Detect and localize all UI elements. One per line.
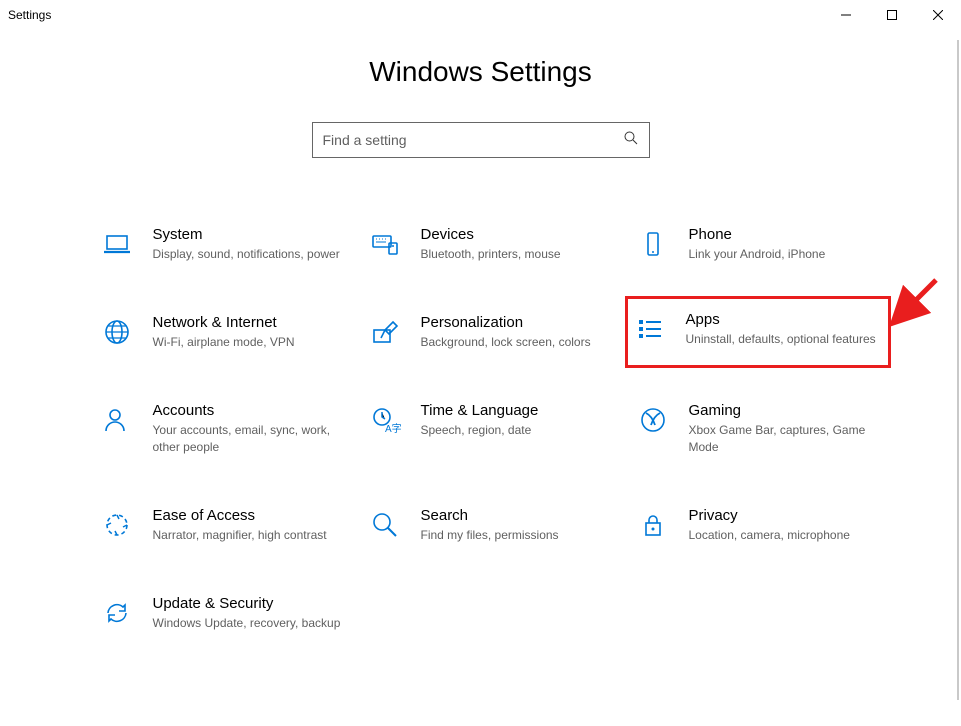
category-title: Gaming bbox=[689, 402, 881, 419]
category-desc: Narrator, magnifier, high contrast bbox=[153, 527, 345, 543]
user-icon bbox=[99, 402, 135, 438]
category-desc: Uninstall, defaults, optional features bbox=[686, 331, 880, 347]
category-desc: Link your Android, iPhone bbox=[689, 246, 881, 262]
search-input[interactable] bbox=[323, 132, 623, 148]
category-title: Apps bbox=[686, 311, 880, 328]
sync-icon bbox=[99, 595, 135, 631]
category-text: Privacy Location, camera, microphone bbox=[689, 507, 881, 543]
category-text: Search Find my files, permissions bbox=[421, 507, 613, 543]
annotation-arrow bbox=[888, 276, 944, 332]
category-desc: Location, camera, microphone bbox=[689, 527, 881, 543]
xbox-icon bbox=[635, 402, 671, 438]
category-network[interactable]: Network & Internet Wi-Fi, airplane mode, … bbox=[95, 306, 349, 358]
category-personalization[interactable]: Personalization Background, lock screen, … bbox=[363, 306, 617, 358]
laptop-icon bbox=[99, 226, 135, 262]
titlebar: Settings bbox=[0, 0, 961, 30]
category-desc: Bluetooth, printers, mouse bbox=[421, 246, 613, 262]
window-controls bbox=[823, 0, 961, 30]
category-desc: Xbox Game Bar, captures, Game Mode bbox=[689, 422, 881, 454]
category-ease[interactable]: Ease of Access Narrator, magnifier, high … bbox=[95, 499, 349, 551]
svg-text:A字: A字 bbox=[385, 422, 401, 435]
category-text: Accounts Your accounts, email, sync, work… bbox=[153, 402, 345, 454]
category-accounts[interactable]: Accounts Your accounts, email, sync, work… bbox=[95, 394, 349, 462]
category-title: Personalization bbox=[421, 314, 613, 331]
category-title: Time & Language bbox=[421, 402, 613, 419]
search-wrap bbox=[0, 122, 961, 158]
category-text: Network & Internet Wi-Fi, airplane mode, … bbox=[153, 314, 345, 350]
category-time[interactable]: A字 Time & Language Speech, region, date bbox=[363, 394, 617, 462]
category-desc: Find my files, permissions bbox=[421, 527, 613, 543]
apps-icon bbox=[632, 311, 668, 347]
search-box[interactable] bbox=[312, 122, 650, 158]
category-desc: Wi-Fi, airplane mode, VPN bbox=[153, 334, 345, 350]
category-desc: Your accounts, email, sync, work, other … bbox=[153, 422, 345, 454]
category-title: Accounts bbox=[153, 402, 345, 419]
category-desc: Background, lock screen, colors bbox=[421, 334, 613, 350]
category-title: Devices bbox=[421, 226, 613, 243]
category-update[interactable]: Update & Security Windows Update, recover… bbox=[95, 587, 349, 639]
category-title: Search bbox=[421, 507, 613, 524]
search-icon bbox=[623, 130, 639, 151]
keyboard-icon bbox=[367, 226, 403, 262]
globe-icon bbox=[99, 314, 135, 350]
category-text: Ease of Access Narrator, magnifier, high … bbox=[153, 507, 345, 543]
category-text: Gaming Xbox Game Bar, captures, Game Mode bbox=[689, 402, 881, 454]
category-text: Phone Link your Android, iPhone bbox=[689, 226, 881, 262]
category-text: Update & Security Windows Update, recover… bbox=[153, 595, 345, 631]
category-text: Apps Uninstall, defaults, optional featur… bbox=[686, 311, 880, 347]
category-text: Personalization Background, lock screen, … bbox=[421, 314, 613, 350]
category-privacy[interactable]: Privacy Location, camera, microphone bbox=[631, 499, 885, 551]
category-search[interactable]: Search Find my files, permissions bbox=[363, 499, 617, 551]
close-button[interactable] bbox=[915, 0, 961, 30]
category-phone[interactable]: Phone Link your Android, iPhone bbox=[631, 218, 885, 270]
brush-icon bbox=[367, 314, 403, 350]
lock-icon bbox=[635, 507, 671, 543]
settings-content: Windows Settings System Display, sound, n… bbox=[0, 30, 961, 726]
phone-icon bbox=[635, 226, 671, 262]
page-title: Windows Settings bbox=[0, 56, 961, 88]
minimize-button[interactable] bbox=[823, 0, 869, 30]
category-title: Update & Security bbox=[153, 595, 345, 612]
category-devices[interactable]: Devices Bluetooth, printers, mouse bbox=[363, 218, 617, 270]
window-title: Settings bbox=[8, 8, 51, 22]
category-text: Devices Bluetooth, printers, mouse bbox=[421, 226, 613, 262]
maximize-button[interactable] bbox=[869, 0, 915, 30]
category-gaming[interactable]: Gaming Xbox Game Bar, captures, Game Mode bbox=[631, 394, 885, 462]
ease-icon bbox=[99, 507, 135, 543]
clock-lang-icon: A字 bbox=[367, 402, 403, 438]
categories-grid: System Display, sound, notifications, pow… bbox=[81, 218, 881, 639]
category-text: Time & Language Speech, region, date bbox=[421, 402, 613, 438]
category-desc: Speech, region, date bbox=[421, 422, 613, 438]
category-system[interactable]: System Display, sound, notifications, pow… bbox=[95, 218, 349, 270]
magnify-icon bbox=[367, 507, 403, 543]
category-text: System Display, sound, notifications, pow… bbox=[153, 226, 345, 262]
category-title: Privacy bbox=[689, 507, 881, 524]
category-desc: Display, sound, notifications, power bbox=[153, 246, 345, 262]
category-apps[interactable]: Apps Uninstall, defaults, optional featur… bbox=[625, 296, 891, 368]
category-title: Phone bbox=[689, 226, 881, 243]
category-title: Network & Internet bbox=[153, 314, 345, 331]
category-title: System bbox=[153, 226, 345, 243]
category-desc: Windows Update, recovery, backup bbox=[153, 615, 345, 631]
category-title: Ease of Access bbox=[153, 507, 345, 524]
vertical-scrollbar[interactable] bbox=[957, 40, 959, 700]
